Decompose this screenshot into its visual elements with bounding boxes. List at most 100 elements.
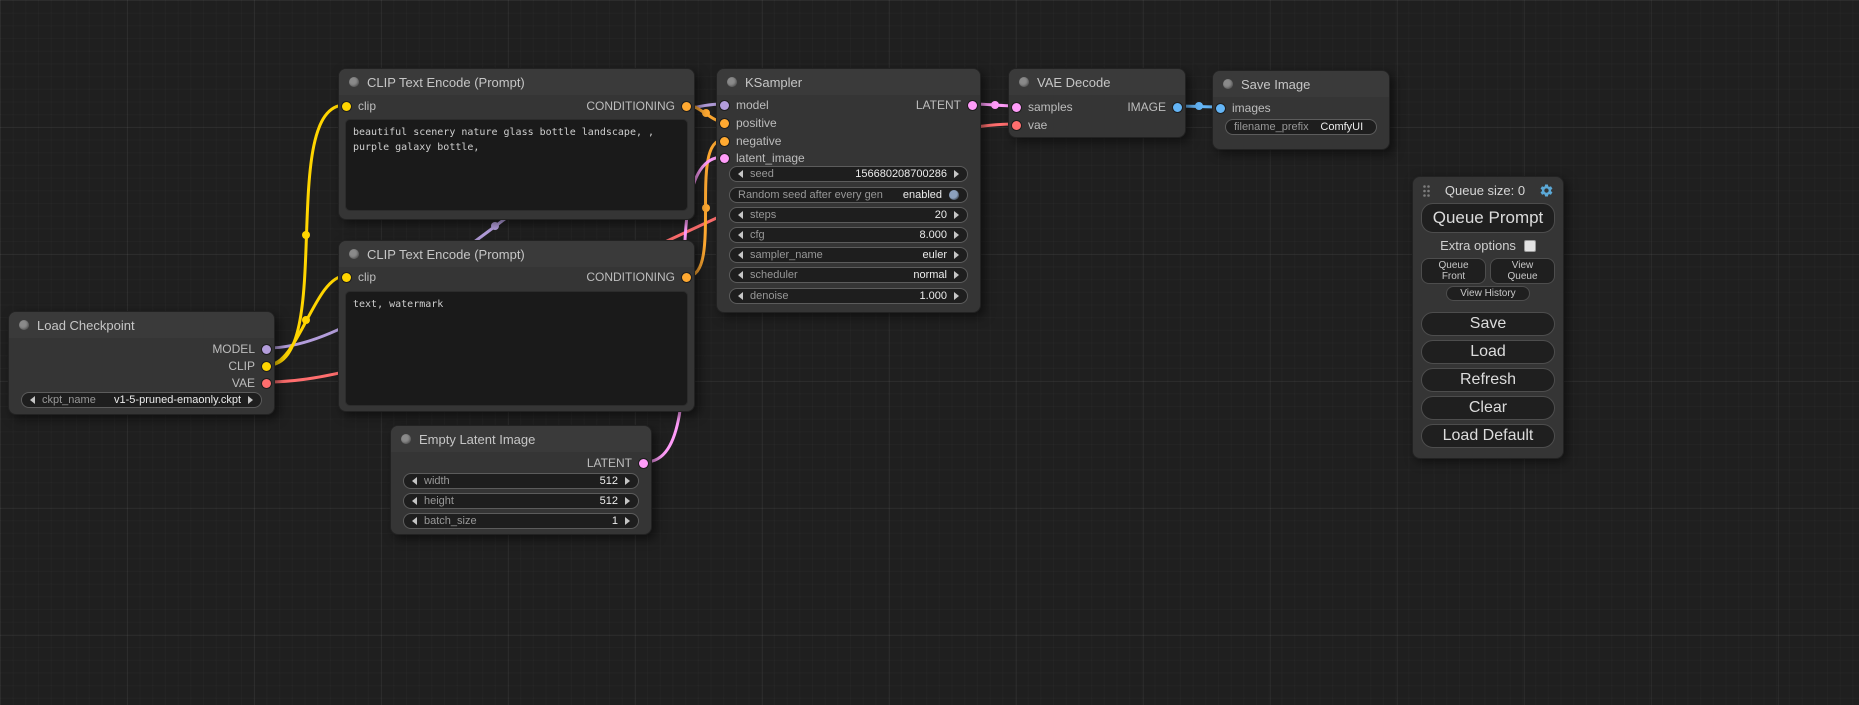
- vae-slot-dot[interactable]: [262, 379, 271, 388]
- decrement-arrow-icon[interactable]: [738, 292, 743, 300]
- conditioning-slot-dot[interactable]: [682, 102, 691, 111]
- output-slot-image[interactable]: IMAGE: [1127, 98, 1182, 116]
- widget-ckpt-name[interactable]: ckpt_name v1-5-pruned-emaonly.ckpt: [21, 392, 262, 408]
- node-title-bar[interactable]: KSampler: [717, 69, 980, 95]
- clip-slot-dot[interactable]: [342, 102, 351, 111]
- output-slot-conditioning[interactable]: CONDITIONING: [586, 97, 691, 115]
- decrement-arrow-icon[interactable]: [738, 170, 743, 178]
- latent-slot-dot[interactable]: [639, 459, 648, 468]
- collapse-dot-icon[interactable]: [349, 77, 359, 87]
- toggle-knob-icon[interactable]: [949, 190, 959, 200]
- collapse-dot-icon[interactable]: [1223, 79, 1233, 89]
- widget-width[interactable]: width 512: [403, 473, 639, 489]
- node-load-checkpoint[interactable]: Load Checkpoint MODEL CLIP VAE ckpt_name…: [8, 311, 275, 415]
- node-clip-text-encode-positive[interactable]: CLIP Text Encode (Prompt) clip CONDITION…: [338, 68, 695, 220]
- graph-canvas[interactable]: Load Checkpoint MODEL CLIP VAE ckpt_name…: [0, 0, 1859, 705]
- decrement-arrow-icon[interactable]: [738, 231, 743, 239]
- settings-gear-icon[interactable]: [1539, 183, 1554, 198]
- decrement-arrow-icon[interactable]: [412, 477, 417, 485]
- increment-arrow-icon[interactable]: [954, 292, 959, 300]
- decrement-arrow-icon[interactable]: [738, 251, 743, 259]
- conditioning-slot-dot[interactable]: [720, 119, 729, 128]
- input-slot-model[interactable]: model: [720, 96, 769, 114]
- widget-scheduler[interactable]: scheduler normal: [729, 267, 968, 283]
- latent-slot-dot[interactable]: [1012, 103, 1021, 112]
- node-title-bar[interactable]: Save Image: [1213, 71, 1389, 97]
- view-history-button[interactable]: View History: [1446, 286, 1529, 301]
- collapse-dot-icon[interactable]: [19, 320, 29, 330]
- output-slot-latent[interactable]: LATENT: [916, 96, 977, 114]
- model-slot-dot[interactable]: [720, 101, 729, 110]
- collapse-dot-icon[interactable]: [349, 249, 359, 259]
- queue-prompt-button[interactable]: Queue Prompt: [1421, 203, 1555, 233]
- node-empty-latent-image[interactable]: Empty Latent Image LATENT width 512 heig…: [390, 425, 652, 535]
- widget-steps[interactable]: steps 20: [729, 207, 968, 223]
- clip-slot-dot[interactable]: [342, 273, 351, 282]
- decrement-arrow-icon[interactable]: [412, 517, 417, 525]
- widget-height[interactable]: height 512: [403, 493, 639, 509]
- input-slot-clip[interactable]: clip: [342, 97, 376, 115]
- increment-arrow-icon[interactable]: [954, 211, 959, 219]
- image-slot-dot[interactable]: [1216, 104, 1225, 113]
- increment-arrow-icon[interactable]: [248, 396, 253, 404]
- latent-slot-dot[interactable]: [968, 101, 977, 110]
- widget-filename-prefix[interactable]: filename_prefix ComfyUI: [1225, 119, 1377, 135]
- node-title-bar[interactable]: CLIP Text Encode (Prompt): [339, 241, 694, 267]
- increment-arrow-icon[interactable]: [954, 271, 959, 279]
- latent-slot-dot[interactable]: [720, 154, 729, 163]
- input-slot-vae[interactable]: vae: [1012, 116, 1047, 134]
- node-clip-text-encode-negative[interactable]: CLIP Text Encode (Prompt) clip CONDITION…: [338, 240, 695, 412]
- output-slot-latent[interactable]: LATENT: [587, 454, 648, 472]
- queue-front-button[interactable]: Queue Front: [1421, 258, 1486, 284]
- view-queue-button[interactable]: View Queue: [1490, 258, 1555, 284]
- widget-sampler-name[interactable]: sampler_name euler: [729, 247, 968, 263]
- widget-seed[interactable]: seed 156680208700286: [729, 166, 968, 182]
- node-title-bar[interactable]: CLIP Text Encode (Prompt): [339, 69, 694, 95]
- positive-prompt-textarea[interactable]: beautiful scenery nature glass bottle la…: [345, 119, 688, 211]
- node-vae-decode[interactable]: VAE Decode samples vae IMAGE: [1008, 68, 1186, 138]
- increment-arrow-icon[interactable]: [625, 497, 630, 505]
- input-slot-negative[interactable]: negative: [720, 132, 781, 150]
- increment-arrow-icon[interactable]: [954, 231, 959, 239]
- output-slot-model[interactable]: MODEL: [212, 340, 271, 358]
- widget-denoise[interactable]: denoise 1.000: [729, 288, 968, 304]
- vae-slot-dot[interactable]: [1012, 121, 1021, 130]
- load-default-button[interactable]: Load Default: [1421, 424, 1555, 448]
- decrement-arrow-icon[interactable]: [738, 211, 743, 219]
- extra-options-checkbox[interactable]: [1524, 240, 1536, 252]
- output-slot-vae[interactable]: VAE: [232, 374, 271, 392]
- output-slot-conditioning[interactable]: CONDITIONING: [586, 268, 691, 286]
- input-slot-samples[interactable]: samples: [1012, 98, 1073, 116]
- drag-handle-icon[interactable]: [1422, 184, 1431, 198]
- decrement-arrow-icon[interactable]: [30, 396, 35, 404]
- decrement-arrow-icon[interactable]: [738, 271, 743, 279]
- model-slot-dot[interactable]: [262, 345, 271, 354]
- input-slot-latent-image[interactable]: latent_image: [720, 149, 805, 167]
- increment-arrow-icon[interactable]: [625, 477, 630, 485]
- output-slot-clip[interactable]: CLIP: [228, 357, 271, 375]
- increment-arrow-icon[interactable]: [954, 170, 959, 178]
- widget-random-seed-toggle[interactable]: Random seed after every gen enabled: [729, 187, 968, 203]
- node-save-image[interactable]: Save Image images filename_prefix ComfyU…: [1212, 70, 1390, 150]
- widget-batch-size[interactable]: batch_size 1: [403, 513, 639, 529]
- collapse-dot-icon[interactable]: [1019, 77, 1029, 87]
- node-title-bar[interactable]: VAE Decode: [1009, 69, 1185, 95]
- input-slot-positive[interactable]: positive: [720, 114, 777, 132]
- clear-button[interactable]: Clear: [1421, 396, 1555, 420]
- collapse-dot-icon[interactable]: [401, 434, 411, 444]
- node-ksampler[interactable]: KSampler model positive negative latent_…: [716, 68, 981, 313]
- decrement-arrow-icon[interactable]: [412, 497, 417, 505]
- load-button[interactable]: Load: [1421, 340, 1555, 364]
- image-slot-dot[interactable]: [1173, 103, 1182, 112]
- save-button[interactable]: Save: [1421, 312, 1555, 336]
- conditioning-slot-dot[interactable]: [682, 273, 691, 282]
- increment-arrow-icon[interactable]: [954, 251, 959, 259]
- input-slot-images[interactable]: images: [1216, 99, 1271, 117]
- collapse-dot-icon[interactable]: [727, 77, 737, 87]
- conditioning-slot-dot[interactable]: [720, 137, 729, 146]
- input-slot-clip[interactable]: clip: [342, 268, 376, 286]
- negative-prompt-textarea[interactable]: text, watermark: [345, 291, 688, 406]
- widget-cfg[interactable]: cfg 8.000: [729, 227, 968, 243]
- refresh-button[interactable]: Refresh: [1421, 368, 1555, 392]
- node-title-bar[interactable]: Empty Latent Image: [391, 426, 651, 452]
